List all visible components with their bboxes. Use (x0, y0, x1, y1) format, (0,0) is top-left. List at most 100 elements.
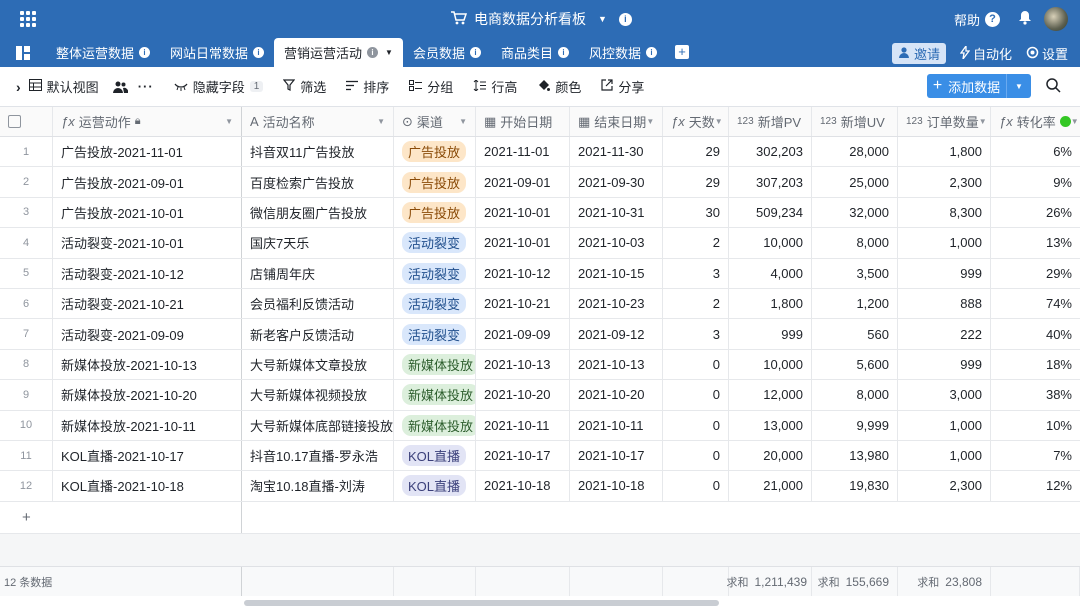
cell-channel[interactable]: 广告投放 (394, 137, 476, 167)
more-icon[interactable]: ··· (138, 79, 154, 94)
cell-pv[interactable]: 10,000 (729, 228, 812, 258)
orders-sum[interactable]: 求和 23,808 (898, 567, 991, 596)
cell-action[interactable]: 新媒体投放-2021-10-11 (53, 410, 242, 440)
cell-uv[interactable]: 25,000 (812, 167, 898, 197)
add-tab-button[interactable]: + (675, 45, 690, 59)
cell-channel[interactable]: 活动裂变 (394, 228, 476, 258)
chevron-down-icon[interactable]: ▼ (1071, 117, 1079, 126)
cell-end[interactable]: 2021-10-17 (570, 440, 663, 471)
cell-end[interactable]: 2021-10-18 (570, 471, 663, 501)
cell-rate[interactable]: 7% (991, 441, 1080, 470)
cell-days[interactable]: 29 (663, 167, 729, 197)
column-header-action[interactable]: ƒx 运营动作 🔒︎ ▼ (53, 107, 242, 136)
cell-pv[interactable]: 999 (729, 319, 812, 349)
chevron-down-icon[interactable]: ▼ (225, 117, 233, 126)
cell-action[interactable]: 新媒体投放-2021-10-20 (53, 380, 242, 410)
cell-channel[interactable]: 活动裂变 (394, 319, 476, 349)
cell-action[interactable]: 广告投放-2021-11-01 (53, 137, 242, 167)
column-header-pv[interactable]: 123 新增PV (729, 107, 812, 136)
cell-days[interactable]: 29 (663, 137, 729, 167)
cell-start[interactable]: 2021-09-09 (476, 319, 570, 349)
cell-rate[interactable]: 26% (991, 198, 1080, 227)
hide-fields-button[interactable]: 隐藏字段 1 (174, 77, 264, 96)
table-row[interactable]: 10 新媒体投放-2021-10-11 大号新媒体底部链接投放 新媒体投放 2021-1… (0, 410, 1080, 441)
column-header-orders[interactable]: 123 订单数量 ▼ (898, 107, 991, 136)
column-header-days[interactable]: ƒx 天数 ▼ (663, 107, 729, 136)
column-header-uv[interactable]: 123 新增UV (812, 107, 898, 136)
cell-pv[interactable]: 307,203 (729, 167, 812, 197)
chevron-down-icon[interactable]: ▼ (1007, 82, 1031, 91)
cell-uv[interactable]: 9,999 (812, 410, 898, 440)
cell-channel[interactable]: 活动裂变 (394, 288, 476, 319)
cell-name[interactable]: 百度检索广告投放 (242, 167, 394, 197)
table-row[interactable]: 1 广告投放-2021-11-01 抖音双11广告投放 广告投放 2021-11-01 2… (0, 137, 1080, 168)
chevron-down-icon[interactable]: ▼ (385, 48, 393, 57)
cell-name[interactable]: 大号新媒体底部链接投放 (242, 410, 394, 440)
table-row[interactable]: 9 新媒体投放-2021-10-20 大号新媒体视频投放 新媒体投放 2021-10-2… (0, 380, 1080, 411)
cell-orders[interactable]: 1,800 (898, 137, 991, 167)
cell-pv[interactable]: 10,000 (729, 349, 812, 380)
cell-action[interactable]: KOL直播-2021-10-17 (53, 440, 242, 471)
cell-days[interactable]: 0 (663, 349, 729, 380)
cell-end[interactable]: 2021-10-03 (570, 228, 663, 258)
cell-name[interactable]: 抖音双11广告投放 (242, 137, 394, 167)
cell-uv[interactable]: 5,600 (812, 349, 898, 380)
table-row[interactable]: 6 活动裂变-2021-10-21 会员福利反馈活动 活动裂变 2021-10-21 20… (0, 288, 1080, 320)
horizontal-scrollbar[interactable] (244, 600, 719, 606)
tab-product-categories[interactable]: 商品类目 i (491, 38, 579, 67)
cell-rate[interactable]: 12% (991, 471, 1080, 500)
cell-rate[interactable]: 74% (991, 289, 1080, 318)
cell-rate[interactable]: 9% (991, 167, 1080, 196)
table-row[interactable]: 4 活动裂变-2021-10-01 国庆7天乐 活动裂变 2021-10-01 2021-… (0, 228, 1080, 259)
column-header-rate[interactable]: ƒx 转化率 ▼ (991, 107, 1080, 136)
cell-uv[interactable]: 19,830 (812, 471, 898, 501)
column-header-name[interactable]: A 活动名称 ▼ (242, 107, 394, 136)
cell-start[interactable]: 2021-10-13 (476, 349, 570, 380)
avatar[interactable] (1044, 7, 1068, 31)
cell-action[interactable]: 活动裂变-2021-10-01 (53, 228, 242, 258)
chevron-down-icon[interactable]: ▼ (459, 117, 467, 126)
cell-orders[interactable]: 1,000 (898, 440, 991, 471)
select-all-checkbox[interactable] (8, 115, 21, 128)
cell-rate[interactable]: 38% (991, 380, 1080, 409)
cell-orders[interactable]: 2,300 (898, 167, 991, 197)
cell-action[interactable]: 广告投放-2021-10-01 (53, 197, 242, 228)
automation-button[interactable]: 自动化 (959, 43, 1012, 63)
cell-channel[interactable]: 活动裂变 (394, 258, 476, 288)
cell-pv[interactable]: 12,000 (729, 380, 812, 410)
cell-pv[interactable]: 13,000 (729, 410, 812, 440)
cell-days[interactable]: 30 (663, 197, 729, 228)
cell-orders[interactable]: 222 (898, 319, 991, 349)
uv-sum[interactable]: 求和 155,669 (812, 567, 898, 596)
cell-action[interactable]: 活动裂变-2021-10-12 (53, 258, 242, 288)
cell-days[interactable]: 3 (663, 258, 729, 288)
chevron-right-icon[interactable]: › (16, 79, 21, 95)
group-button[interactable]: 分组 (409, 77, 453, 96)
invite-button[interactable]: 邀请 (891, 43, 946, 64)
column-header-start-date[interactable]: ▦ 开始日期 (476, 107, 570, 136)
layout-icon[interactable] (0, 38, 46, 67)
info-icon[interactable]: i (618, 12, 632, 26)
cell-channel[interactable]: 广告投放 (394, 197, 476, 228)
cell-uv[interactable]: 3,500 (812, 258, 898, 288)
cell-start[interactable]: 2021-10-01 (476, 197, 570, 228)
app-title-group[interactable]: 电商数据分析看板 ▼ i (450, 9, 632, 29)
cell-channel[interactable]: 新媒体投放 (394, 410, 476, 440)
cell-name[interactable]: 淘宝10.18直播-刘涛 (242, 471, 394, 501)
cell-days[interactable]: 2 (663, 288, 729, 319)
cell-action[interactable]: KOL直播-2021-10-18 (53, 471, 242, 501)
row-height-button[interactable]: 行高 (473, 77, 517, 96)
cell-start[interactable]: 2021-10-21 (476, 288, 570, 319)
table-row[interactable]: 7 活动裂变-2021-09-09 新老客户反馈活动 活动裂变 2021-09-09 20… (0, 319, 1080, 350)
cell-pv[interactable]: 20,000 (729, 440, 812, 471)
search-icon[interactable] (1046, 78, 1061, 96)
table-row[interactable]: 3 广告投放-2021-10-01 微信朋友圈广告投放 广告投放 2021-10-01 2… (0, 197, 1080, 229)
cell-channel[interactable]: 新媒体投放 (394, 349, 476, 380)
tab-risk-control[interactable]: 风控数据 i (579, 38, 667, 67)
bell-icon[interactable] (1018, 10, 1032, 28)
cell-channel[interactable]: KOL直播 (394, 440, 476, 471)
cell-action[interactable]: 新媒体投放-2021-10-13 (53, 349, 242, 380)
table-row[interactable]: 5 活动裂变-2021-10-12 店铺周年庆 活动裂变 2021-10-12 2021-… (0, 258, 1080, 289)
pv-sum[interactable]: 求和 1,211,439 (727, 567, 812, 596)
add-data-button[interactable]: + 添加数据 ▼ (927, 74, 1031, 98)
